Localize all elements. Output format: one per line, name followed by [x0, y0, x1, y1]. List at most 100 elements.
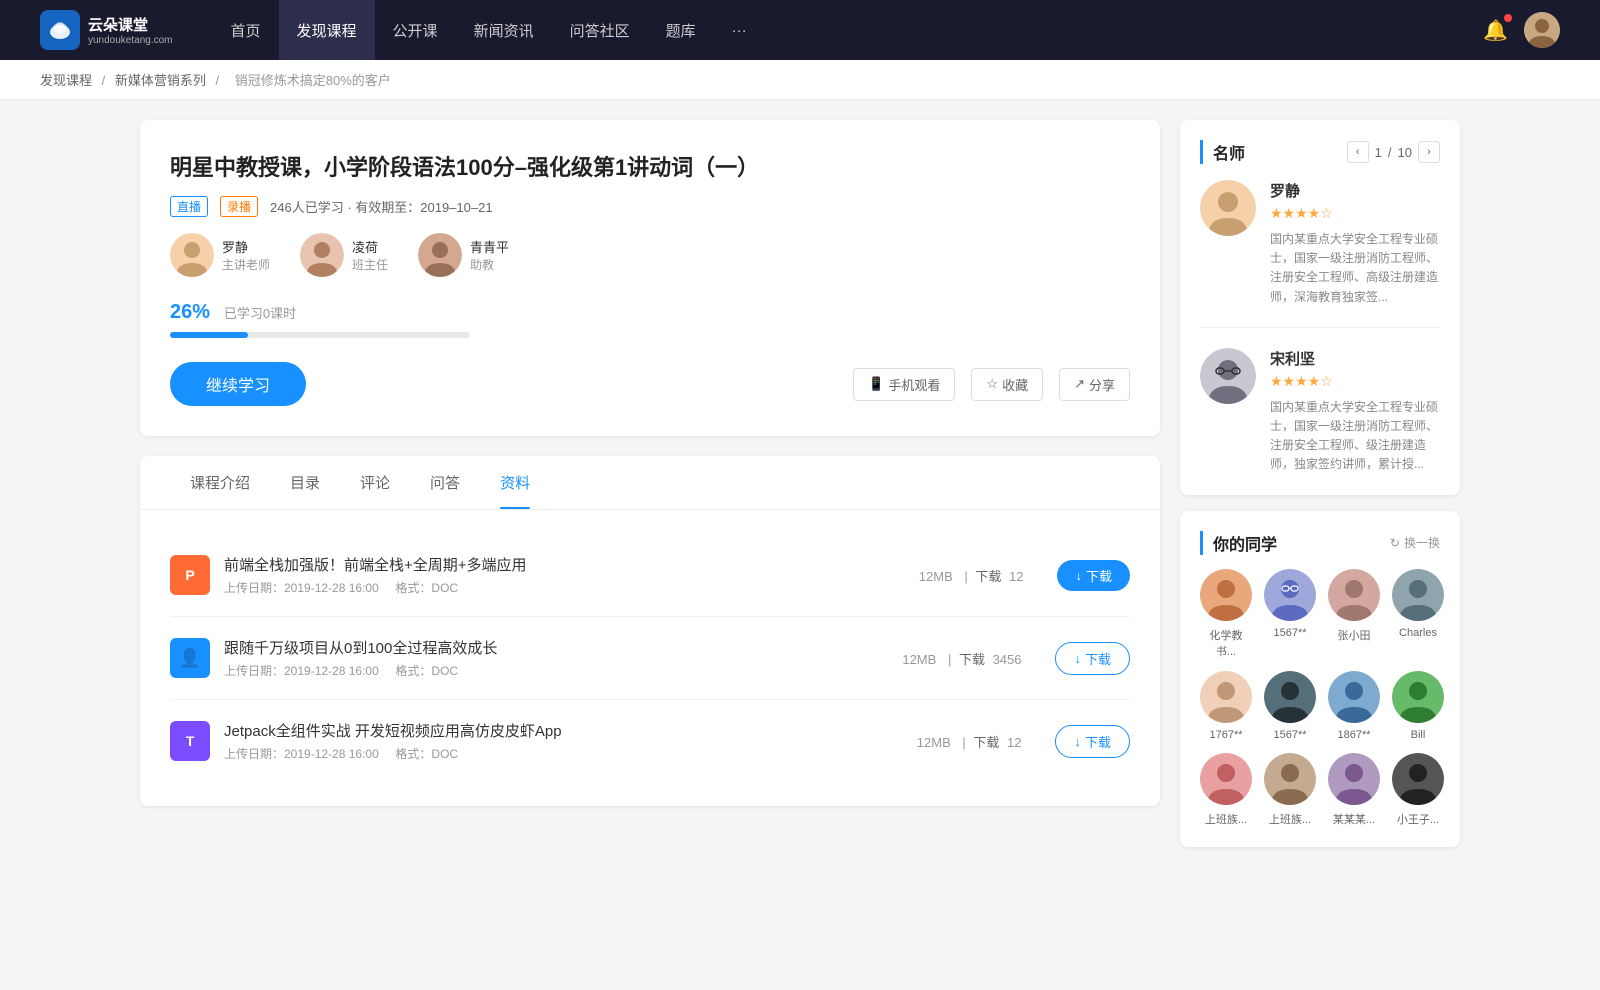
download-button-1[interactable]: ↓ 下载 — [1055, 642, 1130, 675]
progress-percent: 26% — [170, 301, 210, 323]
download-icon-1: ↓ — [1074, 651, 1081, 666]
instructor-avatar-1 — [300, 233, 344, 277]
breadcrumb-current: 销冠修炼术搞定80%的客户 — [235, 73, 391, 88]
logo-text: 云朵课堂 yundouketang.com — [88, 14, 173, 46]
resource-stats-1: 12MB | 下载 3456 — [898, 649, 1025, 668]
teachers-card: 名师 ‹ 1 / 10 › — [1180, 120, 1460, 495]
download-button-0[interactable]: ↓ 下载 — [1057, 560, 1130, 591]
navbar: 云朵课堂 yundouketang.com 首页 发现课程 公开课 新闻资讯 问… — [0, 0, 1600, 60]
resource-meta-0: 上传日期：2019-12-28 16:00 格式：DOC — [224, 579, 885, 596]
refresh-icon: ↻ — [1390, 536, 1400, 550]
nav-item-home[interactable]: 首页 — [213, 0, 279, 60]
classmate-avatar-2[interactable] — [1328, 569, 1380, 621]
tabs-section: 课程介绍 目录 评论 问答 资料 P 前端全栈加强版！前端全栈+全周期+多端应用… — [140, 456, 1160, 806]
nav-item-qa[interactable]: 问答社区 — [552, 0, 648, 60]
nav-item-news[interactable]: 新闻资讯 — [456, 0, 552, 60]
tab-qa[interactable]: 问答 — [410, 456, 480, 509]
mobile-icon: 📱 — [868, 376, 884, 392]
classmate-name-4: 1767** — [1209, 729, 1242, 741]
classmate-item-10: 某某某... — [1328, 753, 1380, 827]
classmates-title: 你的同学 — [1200, 531, 1277, 555]
refresh-button[interactable]: ↻ 换一换 — [1390, 534, 1440, 551]
instructor-role-2: 助教 — [470, 256, 509, 273]
teachers-card-header: 名师 ‹ 1 / 10 › — [1200, 140, 1440, 164]
collect-button[interactable]: ☆ 收藏 — [971, 368, 1043, 401]
classmate-avatar-4[interactable] — [1200, 671, 1252, 723]
resource-name-0: 前端全栈加强版！前端全栈+全周期+多端应用 — [224, 554, 885, 575]
page-current: 1 — [1375, 145, 1382, 160]
classmate-avatar-3[interactable] — [1392, 569, 1444, 621]
tab-resource[interactable]: 资料 — [480, 456, 550, 509]
resource-item-2: T Jetpack全组件实战 开发短视频应用高仿皮皮虾App 上传日期：2019… — [170, 700, 1130, 782]
teacher-avatar-0 — [1200, 180, 1256, 236]
teacher-stars-1: ★★★★☆ — [1270, 373, 1440, 390]
classmate-item-1: 1567** — [1264, 569, 1316, 659]
teacher-avatar-1 — [1200, 348, 1256, 404]
tag-live: 直播 — [170, 196, 208, 217]
classmate-name-1: 1567** — [1273, 627, 1306, 639]
classmate-item-11: 小王子... — [1392, 753, 1444, 827]
resource-info-2: Jetpack全组件实战 开发短视频应用高仿皮皮虾App 上传日期：2019-1… — [224, 720, 883, 762]
resource-stats-2: 12MB | 下载 12 — [913, 732, 1026, 751]
left-content: 明星中教授课，小学阶段语法100分–强化级第1讲动词（一） 直播 录播 246人… — [140, 120, 1160, 863]
teachers-card-title: 名师 — [1200, 140, 1245, 164]
next-page-button[interactable]: › — [1418, 141, 1440, 163]
teacher-name-1: 宋利坚 — [1270, 348, 1440, 369]
classmate-avatar-7[interactable] — [1392, 671, 1444, 723]
prev-page-button[interactable]: ‹ — [1347, 141, 1369, 163]
nav-item-bank[interactable]: 题库 — [648, 0, 714, 60]
classmate-item-2: 张小田 — [1328, 569, 1380, 659]
course-title: 明星中教授课，小学阶段语法100分–强化级第1讲动词（一） — [170, 150, 1130, 182]
classmate-name-2: 张小田 — [1338, 627, 1371, 643]
classmate-avatar-5[interactable] — [1264, 671, 1316, 723]
classmate-item-6: 1867** — [1328, 671, 1380, 741]
classmate-avatar-6[interactable] — [1328, 671, 1380, 723]
classmate-name-10: 某某某... — [1333, 811, 1375, 827]
tab-intro[interactable]: 课程介绍 — [170, 456, 270, 509]
classmate-avatar-8[interactable] — [1200, 753, 1252, 805]
logo[interactable]: 云朵课堂 yundouketang.com — [40, 10, 173, 50]
breadcrumb-discover[interactable]: 发现课程 — [40, 73, 92, 88]
download-icon-2: ↓ — [1074, 734, 1081, 749]
classmate-avatar-0[interactable] — [1200, 569, 1252, 621]
resource-icon-0: P — [170, 555, 210, 595]
resource-item-1: 👤 跟随千万级项目从0到100全过程高效成长 上传日期：2019-12-28 1… — [170, 617, 1130, 700]
classmate-name-7: Bill — [1411, 729, 1426, 741]
classmate-name-11: 小王子... — [1397, 811, 1439, 827]
resource-icon-2: T — [170, 721, 210, 761]
share-button[interactable]: ↗ 分享 — [1059, 368, 1130, 401]
continue-study-button[interactable]: 继续学习 — [170, 362, 306, 406]
teacher-desc-1: 国内某重点大学安全工程专业硕士，国家一级注册消防工程师、注册安全工程师、级注册建… — [1270, 398, 1440, 475]
classmate-avatar-11[interactable] — [1392, 753, 1444, 805]
classmate-avatar-9[interactable] — [1264, 753, 1316, 805]
share-icon: ↗ — [1074, 376, 1085, 392]
main-container: 明星中教授课，小学阶段语法100分–强化级第1讲动词（一） 直播 录播 246人… — [100, 120, 1500, 863]
breadcrumb-series[interactable]: 新媒体营销系列 — [115, 73, 206, 88]
progress-label: 已学习0课时 — [224, 306, 296, 321]
bell-badge — [1504, 14, 1512, 22]
nav-item-discover[interactable]: 发现课程 — [279, 0, 375, 60]
classmates-header: 你的同学 ↻ 换一换 — [1200, 531, 1440, 555]
classmate-avatar-1[interactable] — [1264, 569, 1316, 621]
teacher-item-0: 罗静 ★★★★☆ 国内某重点大学安全工程专业硕士，国家一级注册消防工程师、注册安… — [1200, 180, 1440, 328]
download-icon-0: ↓ — [1075, 568, 1082, 583]
instructor-1: 凌荷 班主任 — [300, 233, 388, 277]
tabs-header: 课程介绍 目录 评论 问答 资料 — [140, 456, 1160, 510]
nav-item-open[interactable]: 公开课 — [375, 0, 456, 60]
classmate-item-7: Bill — [1392, 671, 1444, 741]
user-avatar-nav[interactable] — [1524, 12, 1560, 48]
classmates-grid: 化学教书... 1567** 张小田 — [1200, 569, 1440, 827]
download-button-2[interactable]: ↓ 下载 — [1055, 725, 1130, 758]
tab-catalog[interactable]: 目录 — [270, 456, 340, 509]
nav-item-more[interactable]: ··· — [714, 0, 765, 60]
course-header-card: 明星中教授课，小学阶段语法100分–强化级第1讲动词（一） 直播 录播 246人… — [140, 120, 1160, 436]
teacher-item-1: 宋利坚 ★★★★☆ 国内某重点大学安全工程专业硕士，国家一级注册消防工程师、注册… — [1200, 348, 1440, 475]
classmate-name-8: 上班族... — [1205, 811, 1247, 827]
mobile-watch-button[interactable]: 📱 手机观看 — [853, 368, 955, 401]
instructor-avatar-0 — [170, 233, 214, 277]
instructor-role-0: 主讲老师 — [222, 256, 270, 273]
classmate-item-5: 1567** — [1264, 671, 1316, 741]
tab-review[interactable]: 评论 — [340, 456, 410, 509]
classmate-avatar-10[interactable] — [1328, 753, 1380, 805]
bell-icon[interactable]: 🔔 — [1483, 18, 1508, 43]
